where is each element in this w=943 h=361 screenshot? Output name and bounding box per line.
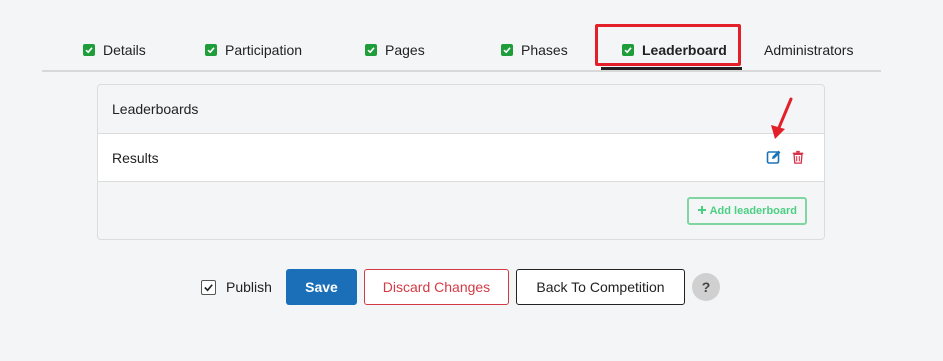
trash-icon[interactable] xyxy=(790,149,806,165)
tab-label: Phases xyxy=(521,42,568,58)
tab-pages[interactable]: Pages xyxy=(365,40,425,60)
panel-title: Leaderboards xyxy=(112,101,199,117)
add-leaderboard-button[interactable]: Add leaderboard xyxy=(686,197,807,225)
leaderboards-panel: Leaderboards Results Add leaderboard xyxy=(97,84,825,240)
back-to-competition-button[interactable]: Back To Competition xyxy=(516,269,685,305)
form-actions: Publish Save Discard Changes Back To Com… xyxy=(0,269,943,305)
check-icon xyxy=(205,44,217,56)
tab-label: Participation xyxy=(225,42,303,58)
tab-administrators[interactable]: Administrators xyxy=(764,40,853,60)
help-button[interactable]: ? xyxy=(692,273,720,301)
publish-label: Publish xyxy=(226,279,272,295)
save-button[interactable]: Save xyxy=(286,269,357,305)
plus-icon xyxy=(697,205,707,218)
check-icon xyxy=(83,44,95,56)
tab-phases[interactable]: Phases xyxy=(501,40,568,60)
tab-details[interactable]: Details xyxy=(83,40,146,60)
red-arrow xyxy=(771,97,793,139)
tab-bar: Details Participation Pages Phases Leade… xyxy=(42,30,881,72)
panel-header: Leaderboards xyxy=(98,85,824,134)
publish-toggle: Publish xyxy=(201,279,272,295)
check-icon xyxy=(501,44,513,56)
discard-changes-button[interactable]: Discard Changes xyxy=(364,269,509,305)
leaderboard-name: Results xyxy=(112,149,159,166)
edit-icon[interactable] xyxy=(766,149,782,165)
panel-footer: Add leaderboard xyxy=(98,182,824,239)
add-leaderboard-label: Add leaderboard xyxy=(709,205,797,217)
tab-label: Administrators xyxy=(764,42,854,58)
highlight-box xyxy=(595,24,741,66)
list-item: Results xyxy=(98,134,824,182)
active-tab-indicator xyxy=(601,67,742,70)
tab-label: Pages xyxy=(385,42,425,58)
publish-checkbox[interactable] xyxy=(201,279,216,295)
tab-participation[interactable]: Participation xyxy=(205,40,302,60)
tab-label: Details xyxy=(103,42,146,58)
check-icon xyxy=(365,44,377,56)
